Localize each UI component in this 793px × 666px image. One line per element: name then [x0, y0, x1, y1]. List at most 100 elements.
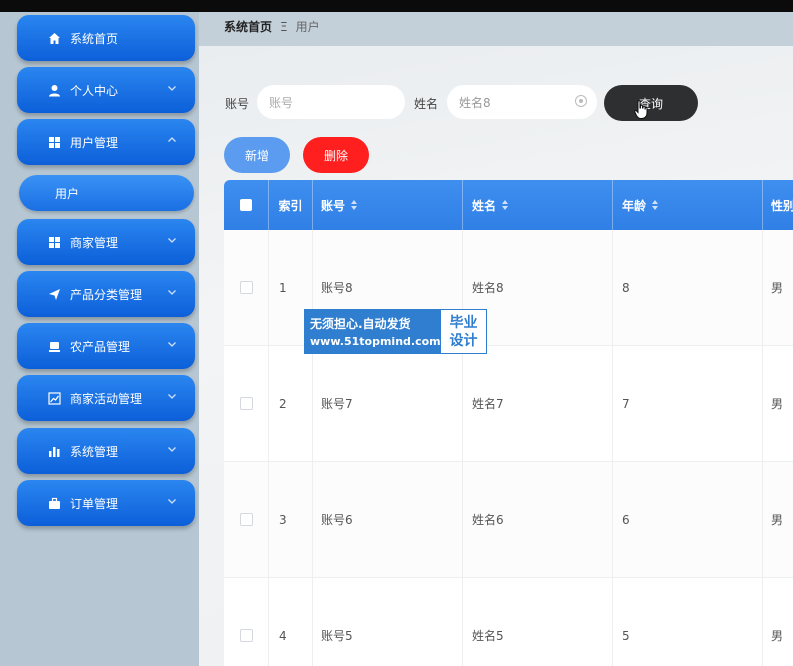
cell-gender: 男: [762, 230, 793, 345]
header-age-label: 年龄: [622, 198, 647, 213]
table-row[interactable]: 3 账号6 姓名6 6 男: [224, 462, 793, 578]
sidebar-item-label: 商家管理: [70, 235, 119, 250]
header-name[interactable]: 姓名: [462, 180, 612, 230]
table-body: 1 账号8 姓名8 8 男 2 账号7 姓名7 7 男 3 账号6 姓名6 6 …: [224, 230, 793, 666]
cell-gender: 男: [762, 462, 793, 577]
name-input-value: 姓名8: [459, 95, 491, 110]
sidebar-item-home[interactable]: 系统首页: [17, 15, 195, 61]
name-label: 姓名: [414, 97, 439, 111]
row-checkbox-cell: [224, 578, 268, 666]
sidebar-item-label: 商家活动管理: [70, 391, 143, 406]
header-name-label: 姓名: [472, 198, 497, 213]
breadcrumb-separator: Ξ: [280, 19, 288, 34]
sidebar-item-label: 农产品管理: [70, 339, 131, 354]
delete-button[interactable]: 删除: [303, 137, 369, 173]
sidebar-item-merchant-management[interactable]: 商家管理: [17, 219, 195, 265]
bar-chart-icon: [47, 444, 61, 458]
sidebar-subitem-label: 用户: [55, 186, 80, 201]
sidebar-item-label: 订单管理: [70, 496, 119, 511]
cell-age: 6: [612, 462, 762, 577]
sidebar-item-label: 个人中心: [70, 83, 119, 98]
cell-age: 8: [612, 230, 762, 345]
table-header: 索引 账号 姓名 年龄 性别: [224, 180, 793, 230]
sidebar-item-personal-center[interactable]: 个人中心: [17, 67, 195, 113]
header-index-label: 索引: [278, 198, 303, 213]
chevron-down-icon: [168, 290, 176, 295]
sidebar-item-merchant-activity[interactable]: 商家活动管理: [17, 375, 195, 421]
cell-gender: 男: [762, 346, 793, 461]
row-checkbox[interactable]: [239, 281, 253, 294]
account-label: 账号: [225, 97, 250, 111]
window-top-strip: [0, 0, 793, 12]
box-icon: [47, 339, 61, 353]
name-input[interactable]: 姓名8: [447, 85, 597, 119]
delete-button-label: 删除: [323, 148, 348, 163]
send-icon: [47, 287, 61, 301]
sort-icon[interactable]: [351, 199, 358, 211]
chevron-down-icon: [168, 394, 176, 399]
table-row[interactable]: 2 账号7 姓名7 7 男: [224, 346, 793, 462]
hand-cursor-icon: [634, 100, 648, 119]
add-button[interactable]: 新增: [224, 137, 290, 173]
sidebar-item-order-management[interactable]: 订单管理: [17, 480, 195, 526]
account-input[interactable]: 账号: [257, 85, 405, 119]
add-button-label: 新增: [244, 148, 269, 163]
row-checkbox-cell: [224, 462, 268, 577]
breadcrumb-home[interactable]: 系统首页: [224, 18, 272, 35]
cell-name: 姓名5: [462, 578, 612, 666]
sidebar-item-label: 用户管理: [70, 135, 119, 150]
cell-gender: 男: [762, 578, 793, 666]
watermark-right: 毕业 设计: [441, 310, 486, 353]
home-icon: [47, 31, 61, 45]
row-checkbox[interactable]: [239, 629, 253, 642]
breadcrumb-bar: 系统首页 Ξ 用户: [199, 12, 793, 46]
watermark-left: 无须担心.自动发货 www.51topmind.com: [305, 310, 441, 353]
header-gender[interactable]: 性别: [762, 180, 793, 230]
table-row[interactable]: 4 账号5 姓名5 5 男: [224, 578, 793, 666]
breadcrumb: 系统首页 Ξ 用户: [224, 18, 320, 35]
main-content: 系统首页 Ξ 用户 账号 账号 姓名 姓名8 查询 新增 删除 索引 账号 姓名…: [199, 12, 793, 666]
cell-index: 3: [268, 462, 312, 577]
account-placeholder: 账号: [269, 95, 294, 110]
cell-index: 4: [268, 578, 312, 666]
select-all-checkbox[interactable]: [240, 199, 252, 211]
chevron-down-icon: [168, 447, 176, 452]
header-gender-label: 性别: [771, 198, 793, 213]
header-age[interactable]: 年龄: [612, 180, 762, 230]
row-checkbox[interactable]: [239, 397, 253, 410]
chart-line-icon: [47, 391, 61, 405]
watermark-banner: 无须担心.自动发货 www.51topmind.com 毕业 设计: [304, 309, 487, 354]
cell-age: 7: [612, 346, 762, 461]
watermark-right1: 毕业: [449, 314, 478, 331]
sort-icon[interactable]: [652, 199, 659, 211]
chevron-down-icon: [168, 499, 176, 504]
cell-index: 2: [268, 346, 312, 461]
cell-account: 账号7: [312, 346, 462, 461]
sidebar-item-product-category[interactable]: 产品分类管理: [17, 271, 195, 317]
breadcrumb-current: 用户: [295, 20, 320, 34]
cell-account: 账号5: [312, 578, 462, 666]
cell-age: 5: [612, 578, 762, 666]
sidebar-item-agri-products[interactable]: 农产品管理: [17, 323, 195, 369]
cell-account: 账号6: [312, 462, 462, 577]
row-checkbox-cell: [224, 346, 268, 461]
header-account[interactable]: 账号: [312, 180, 462, 230]
row-checkbox-cell: [224, 230, 268, 345]
cell-name: 姓名7: [462, 346, 612, 461]
sidebar-item-label: 系统首页: [70, 31, 119, 46]
query-button[interactable]: 查询: [604, 85, 698, 121]
sidebar-item-label: 产品分类管理: [70, 287, 143, 302]
briefcase-icon: [47, 496, 61, 510]
row-checkbox[interactable]: [239, 513, 253, 526]
chevron-down-icon: [168, 342, 176, 347]
sidebar-subitem-users[interactable]: 用户: [19, 175, 194, 211]
sidebar-item-system-management[interactable]: 系统管理: [17, 428, 195, 474]
grid-icon: [47, 135, 61, 149]
clear-icon[interactable]: [575, 95, 587, 107]
chevron-down-icon: [168, 86, 176, 91]
sort-icon[interactable]: [502, 199, 509, 211]
sidebar-item-label: 系统管理: [70, 444, 119, 459]
header-account-label: 账号: [321, 198, 346, 213]
sidebar-item-user-management[interactable]: 用户管理: [17, 119, 195, 165]
watermark-line1: 无须担心.自动发货: [310, 317, 411, 331]
